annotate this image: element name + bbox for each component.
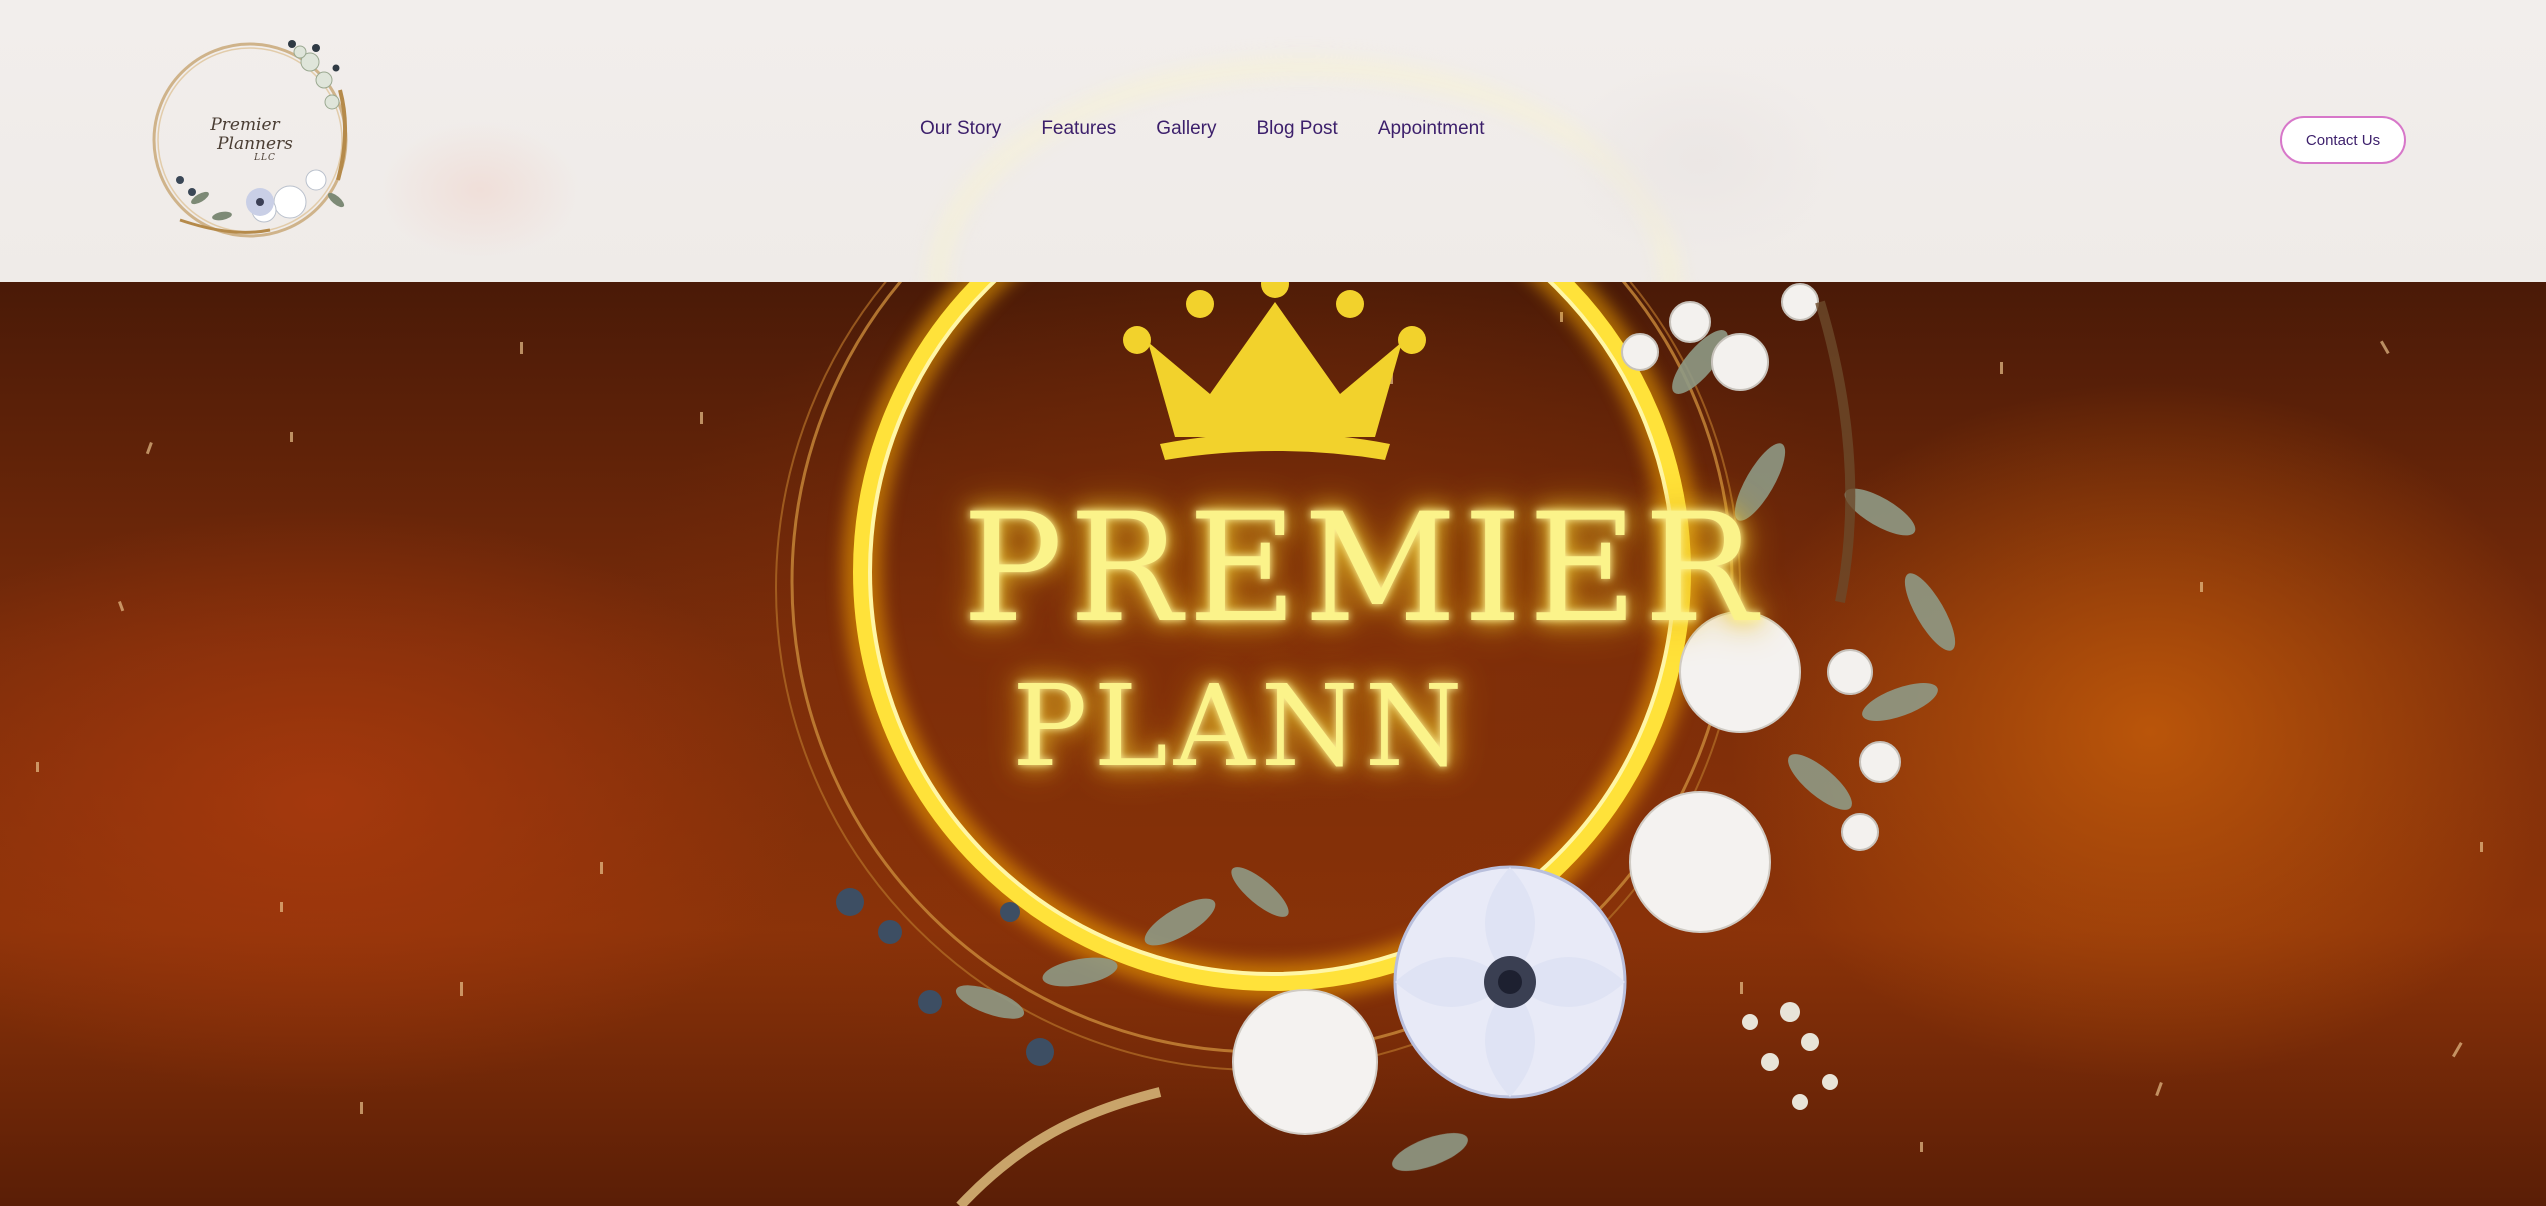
nav-item-features[interactable]: Features [1021,112,1136,146]
nav-item-gallery[interactable]: Gallery [1136,112,1236,146]
crown-icon [1123,282,1426,460]
logo-text-line2: Planners [217,134,293,155]
site-logo[interactable]: Premier Planners LLC [140,30,360,250]
nav-item-blog-post[interactable]: Blog Post [1236,112,1357,146]
nav-item-appointment[interactable]: Appointment [1358,112,1505,146]
hero-title-line1: PREMIER [962,482,1763,656]
nav-item-our-story[interactable]: Our Story [900,112,1021,146]
contact-us-button[interactable]: Contact Us [2280,116,2406,164]
main-navigation: Our Story Features Gallery Blog Post App… [900,112,1505,146]
logo-text-line3: LLC [254,152,276,163]
hero-banner: PREMIER PLANN [0,282,2546,1206]
site-header: Premier Planners LLC Our Story Features … [0,0,2546,282]
hero-title-line2: PLANN [1012,662,1469,792]
header-background-blob [380,120,580,260]
header-background-blob [1560,60,1840,260]
logo-text-line1: Premier [210,115,280,136]
